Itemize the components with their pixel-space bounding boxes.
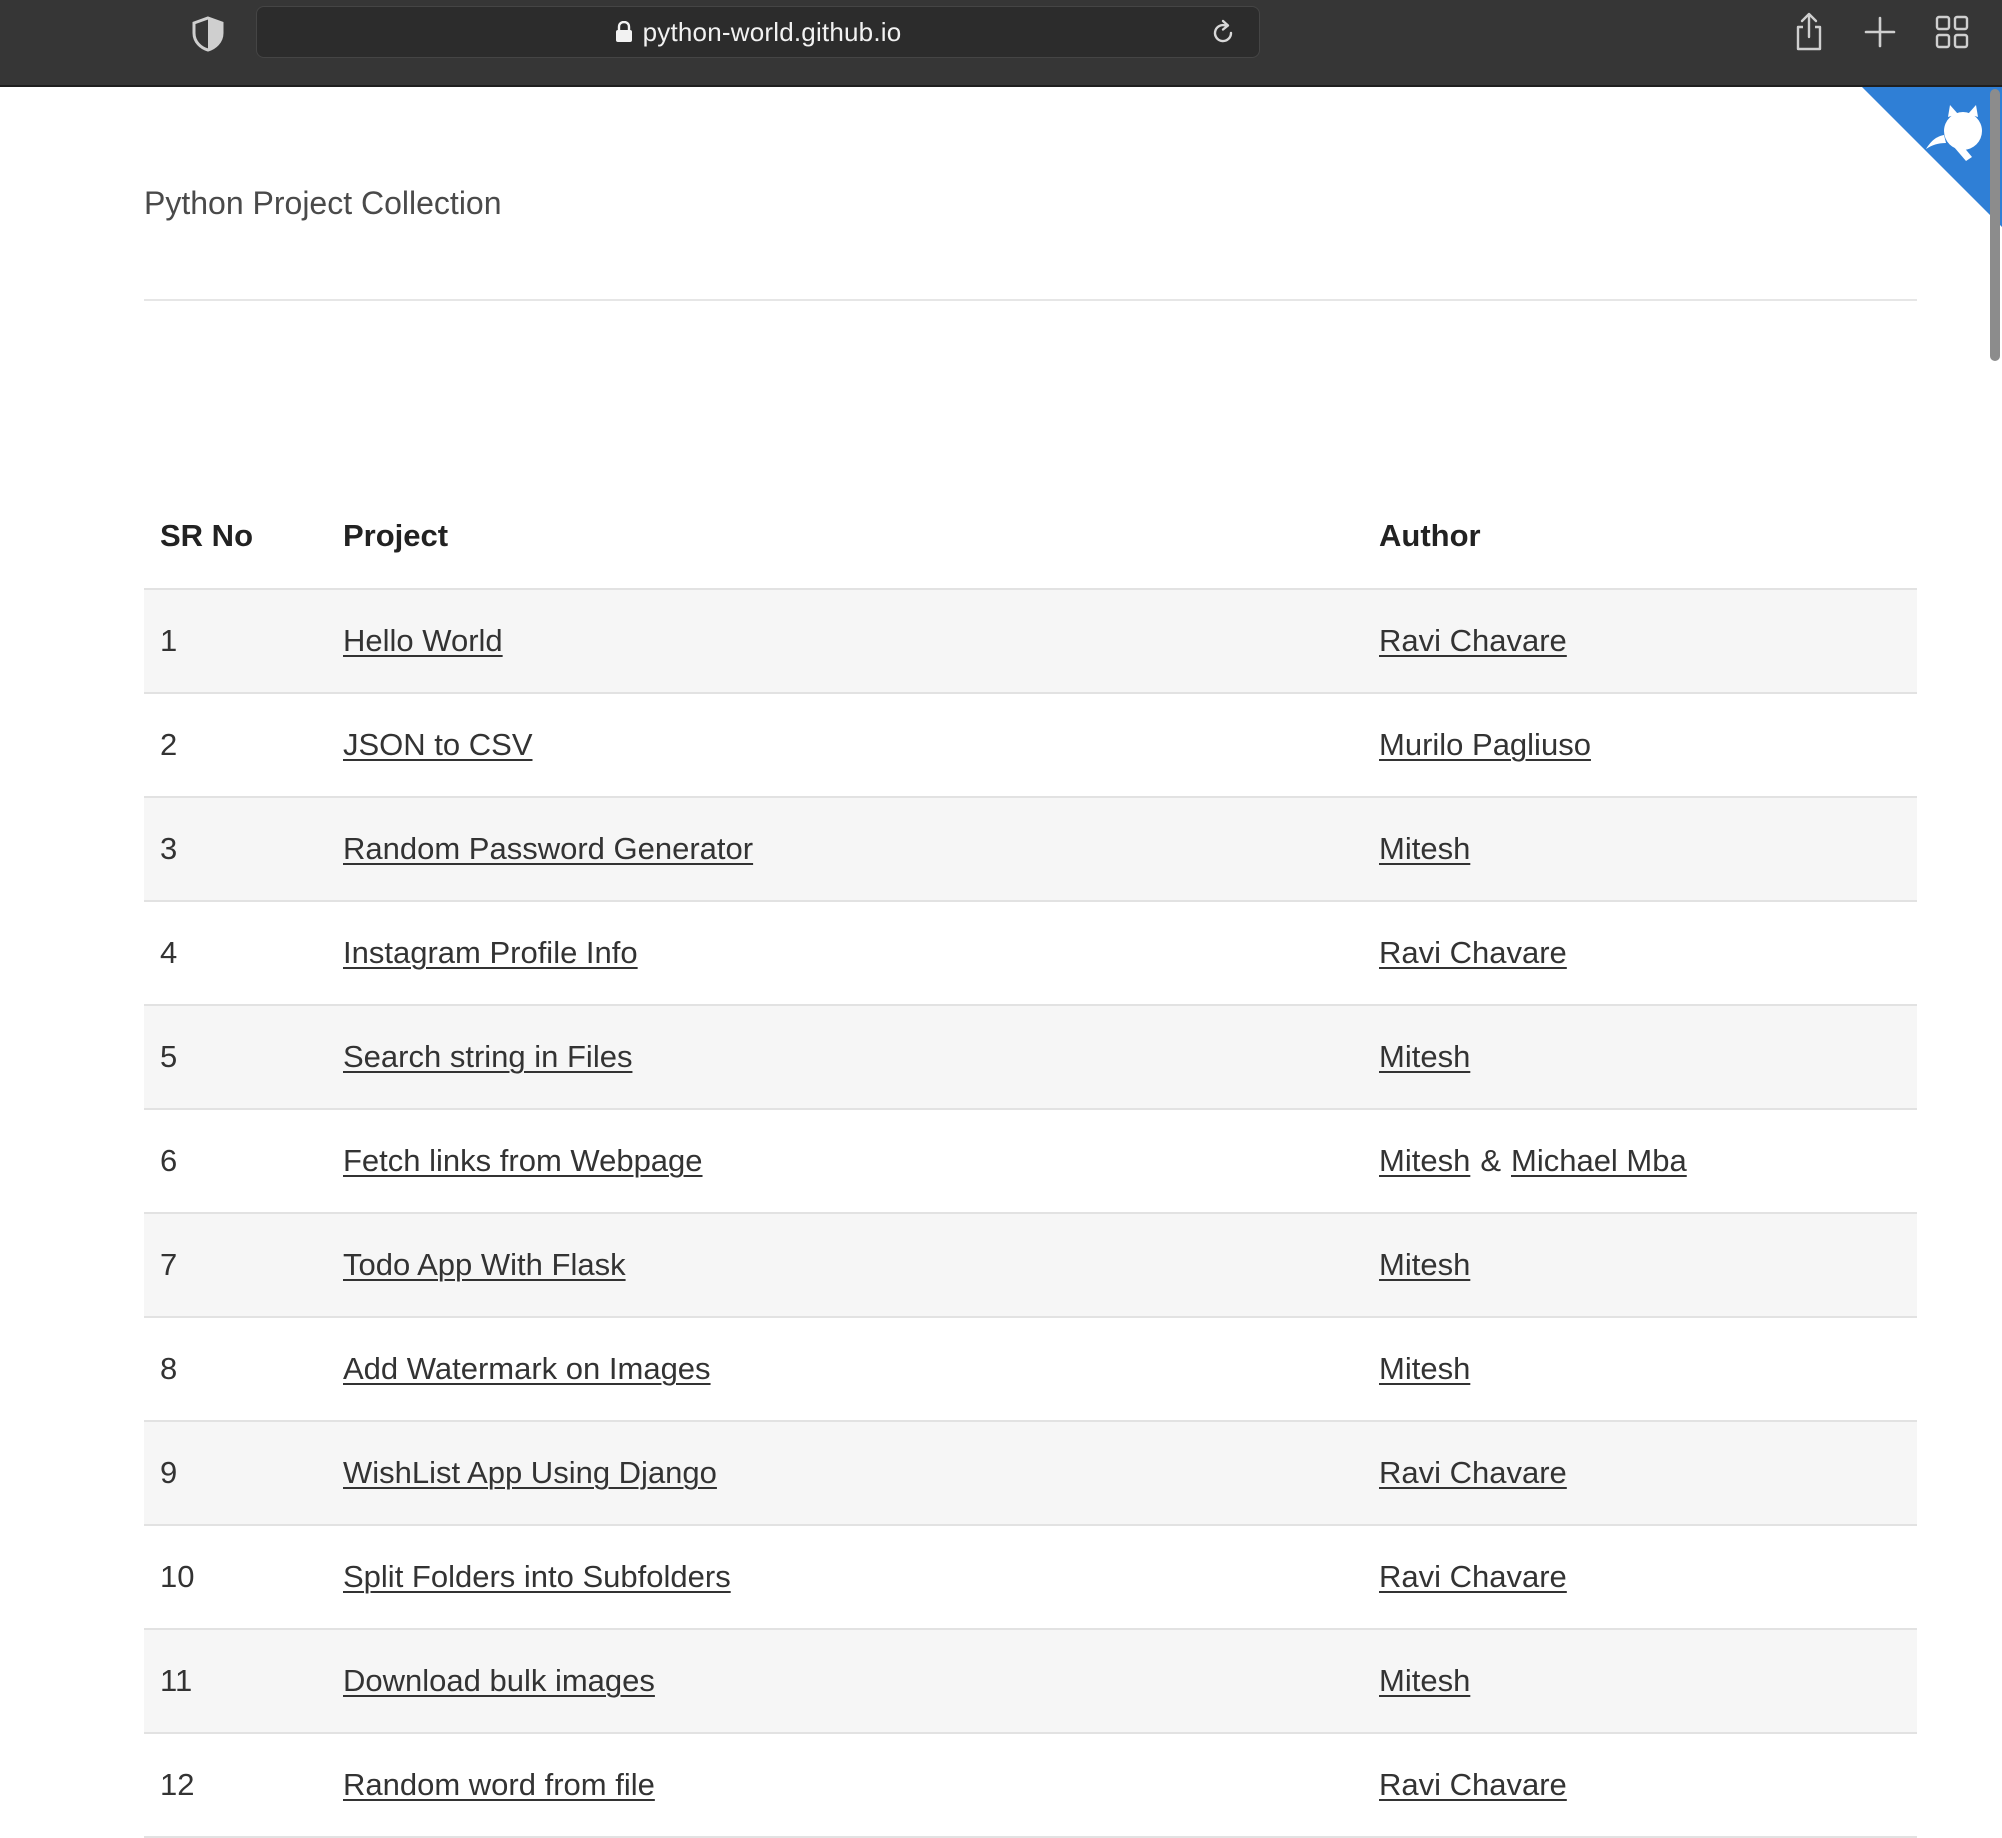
author-cell: Mitesh (1363, 1629, 1917, 1734)
lock-icon (615, 21, 632, 42)
table-row: 5 Search string in Files Mitesh (144, 1005, 1917, 1110)
author-cell: Murilo Pagliuso (1363, 693, 1917, 798)
author-link[interactable]: Ravi Chavare (1379, 1767, 1567, 1802)
project-link[interactable]: Search string in Files (343, 1039, 632, 1074)
sr-no-cell: 4 (144, 901, 327, 1006)
project-cell: Instagram Profile Info (327, 901, 1363, 1006)
author-cell: Ravi Chavare (1363, 1733, 1917, 1838)
author-cell: Ravi Chavare (1363, 901, 1917, 1006)
page-content: Python Project Collection SR No Project … (0, 87, 2002, 1838)
table-row: 1 Hello World Ravi Chavare (144, 589, 1917, 694)
author-cell: Ravi Chavare (1363, 1525, 1917, 1630)
project-cell: JSON to CSV (327, 693, 1363, 798)
sr-no-cell: 11 (144, 1629, 327, 1734)
projects-table: SR No Project Author 1 Hello World Ravi … (144, 484, 1917, 1838)
project-cell: Add Watermark on Images (327, 1317, 1363, 1422)
share-icon[interactable] (1789, 12, 1829, 52)
project-link[interactable]: Todo App With Flask (343, 1247, 626, 1282)
shield-icon[interactable] (191, 16, 225, 52)
author-cell: Mitesh & Michael Mba (1363, 1109, 1917, 1214)
author-link[interactable]: Michael Mba (1511, 1143, 1687, 1178)
project-link[interactable]: JSON to CSV (343, 727, 533, 762)
project-cell: Random Password Generator (327, 797, 1363, 902)
project-link[interactable]: Fetch links from Webpage (343, 1143, 703, 1178)
sr-no-cell: 8 (144, 1317, 327, 1422)
scrollbar-thumb[interactable] (1990, 89, 2000, 361)
sr-no-cell: 3 (144, 797, 327, 902)
table-row: 12 Random word from file Ravi Chavare (144, 1733, 1917, 1838)
tab-grid-icon[interactable] (1932, 12, 1972, 52)
table-row: 2 JSON to CSV Murilo Pagliuso (144, 693, 1917, 798)
sr-no-cell: 10 (144, 1525, 327, 1630)
author-link[interactable]: Mitesh (1379, 1039, 1470, 1074)
author-cell: Ravi Chavare (1363, 589, 1917, 694)
author-cell: Mitesh (1363, 1005, 1917, 1110)
reload-icon[interactable] (1209, 19, 1237, 47)
table-row: 4 Instagram Profile Info Ravi Chavare (144, 901, 1917, 1006)
sr-no-cell: 2 (144, 693, 327, 798)
sr-no-cell: 1 (144, 589, 327, 694)
table-row: 6 Fetch links from Webpage Mitesh & Michae… (144, 1109, 1917, 1214)
author-cell: Mitesh (1363, 1213, 1917, 1318)
title-divider (144, 299, 1917, 301)
header-sr-no: SR No (144, 484, 327, 590)
sr-no-cell: 7 (144, 1213, 327, 1318)
author-link[interactable]: Mitesh (1379, 831, 1470, 866)
author-link[interactable]: Mitesh (1379, 1247, 1470, 1282)
project-cell: WishList App Using Django (327, 1421, 1363, 1526)
project-cell: Split Folders into Subfolders (327, 1525, 1363, 1630)
project-cell: Todo App With Flask (327, 1213, 1363, 1318)
project-link[interactable]: Random Password Generator (343, 831, 753, 866)
sr-no-cell: 9 (144, 1421, 327, 1526)
project-link[interactable]: WishList App Using Django (343, 1455, 717, 1490)
sr-no-cell: 12 (144, 1733, 327, 1838)
browser-toolbar: python-world.github.io (0, 0, 2002, 87)
project-cell: Random word from file (327, 1733, 1363, 1838)
project-cell: Search string in Files (327, 1005, 1363, 1110)
author-link[interactable]: Mitesh (1379, 1143, 1470, 1178)
page-title: Python Project Collection (144, 185, 502, 221)
project-link[interactable]: Add Watermark on Images (343, 1351, 711, 1386)
table-header-row: SR No Project Author (144, 484, 1917, 590)
author-link[interactable]: Mitesh (1379, 1351, 1470, 1386)
url-text: python-world.github.io (642, 16, 902, 47)
author-link[interactable]: Murilo Pagliuso (1379, 727, 1591, 762)
sr-no-cell: 6 (144, 1109, 327, 1214)
author-link[interactable]: Ravi Chavare (1379, 623, 1567, 658)
address-bar[interactable]: python-world.github.io (256, 6, 1260, 58)
table-row: 9 WishList App Using Django Ravi Chavare (144, 1421, 1917, 1526)
header-author: Author (1363, 484, 1917, 590)
author-cell: Mitesh (1363, 1317, 1917, 1422)
project-link[interactable]: Instagram Profile Info (343, 935, 638, 970)
header-project: Project (327, 484, 1363, 590)
author-link[interactable]: Ravi Chavare (1379, 935, 1567, 970)
project-link[interactable]: Split Folders into Subfolders (343, 1559, 731, 1594)
author-cell: Ravi Chavare (1363, 1421, 1917, 1526)
project-link[interactable]: Download bulk images (343, 1663, 655, 1698)
project-cell: Download bulk images (327, 1629, 1363, 1734)
author-link[interactable]: Ravi Chavare (1379, 1559, 1567, 1594)
project-link[interactable]: Hello World (343, 623, 503, 658)
author-cell: Mitesh (1363, 797, 1917, 902)
sr-no-cell: 5 (144, 1005, 327, 1110)
author-link[interactable]: Ravi Chavare (1379, 1455, 1567, 1490)
author-separator: & (1480, 1143, 1501, 1178)
table-row: 7 Todo App With Flask Mitesh (144, 1213, 1917, 1318)
table-row: 10 Split Folders into Subfolders Ravi Ch… (144, 1525, 1917, 1630)
project-cell: Fetch links from Webpage (327, 1109, 1363, 1214)
github-octocat-icon[interactable] (1862, 87, 2002, 227)
table-row: 8 Add Watermark on Images Mitesh (144, 1317, 1917, 1422)
table-row: 11 Download bulk images Mitesh (144, 1629, 1917, 1734)
project-cell: Hello World (327, 589, 1363, 694)
project-link[interactable]: Random word from file (343, 1767, 655, 1802)
plus-icon[interactable] (1860, 12, 1900, 52)
author-link[interactable]: Mitesh (1379, 1663, 1470, 1698)
table-row: 3 Random Password Generator Mitesh (144, 797, 1917, 902)
